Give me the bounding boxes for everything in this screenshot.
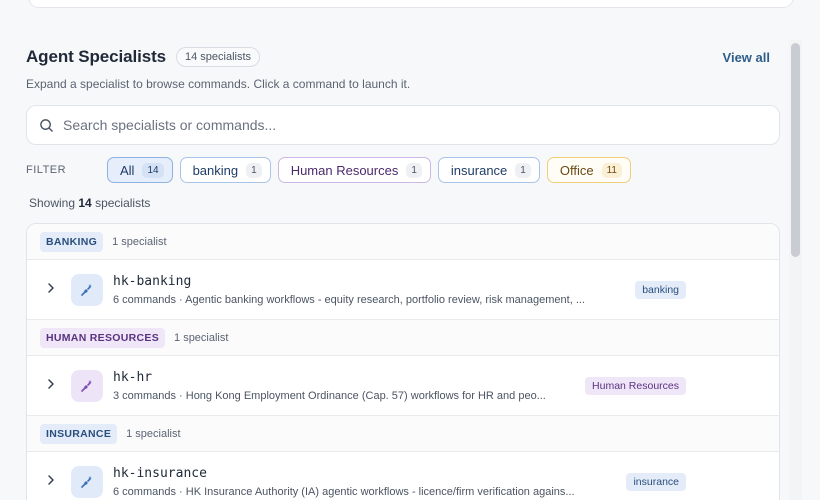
search-icon [40,118,53,132]
specialist-count-badge: 14 specialists [176,47,261,67]
section-subtitle: Expand a specialist to browse commands. … [26,77,411,91]
search-input[interactable] [63,117,743,133]
specialist-row-hk-insurance[interactable]: hk-insurance 6 commands · HK Insurance A… [27,452,779,500]
specialist-info: hk-banking 6 commands · Agentic banking … [113,274,585,306]
specialist-description: 6 commands · Agentic banking workflows -… [113,293,585,306]
specialist-name: hk-banking [113,273,192,289]
filter-chip-count: 1 [515,162,531,178]
specialist-avatar [71,273,103,306]
agent-specialists-section: Agent Specialists 14 specialists View al… [26,40,782,210]
chevron-right-icon[interactable] [27,377,71,395]
category-badge: banking [635,281,686,299]
results-prefix: Showing [29,196,76,210]
filter-chip-count: 1 [406,162,422,178]
section-header: Agent Specialists 14 specialists View al… [26,40,782,74]
filter-chip-label: All [120,162,135,178]
group-tag: BANKING [40,231,104,252]
section-title: Agent Specialists [26,47,167,66]
filter-chip-label: Human Resources [290,162,399,178]
filter-chip-banking[interactable]: banking 1 [179,157,271,183]
filter-chip-human-resources[interactable]: Human Resources 1 [277,157,431,183]
category-badge: insurance [626,473,686,491]
scrollbar-thumb[interactable] [791,43,800,257]
filter-bar: FILTER All 14 banking 1 Human Resources … [26,157,782,183]
chevron-right-icon[interactable] [27,281,71,299]
plug-icon [81,475,92,488]
filter-label: FILTER [26,164,67,176]
filter-chip-count: 14 [142,162,164,178]
group-count: 1 specialist [112,235,167,248]
results-summary: Showing 14 specialists [29,196,782,210]
group-count: 1 specialist [126,427,181,440]
filter-chip-count: 11 [601,162,622,178]
filter-chip-label: insurance [450,162,508,178]
group-count: 1 specialist [174,331,229,344]
specialist-name: hk-hr [113,369,153,385]
search-box[interactable] [26,105,780,145]
previous-card [28,0,794,8]
specialist-avatar [71,369,103,402]
filter-chip-all[interactable]: All 14 [107,157,173,183]
results-suffix: specialists [95,196,151,210]
group-header-human-resources: HUMAN RESOURCES 1 specialist [27,320,779,356]
view-all-link[interactable]: View all [723,50,770,65]
specialist-info: hk-insurance 6 commands · HK Insurance A… [113,466,575,498]
filter-chip-office[interactable]: Office 11 [546,157,631,183]
specialist-row-hk-hr[interactable]: hk-hr 3 commands · Hong Kong Employment … [27,356,779,416]
page: Agent Specialists 14 specialists View al… [0,0,820,500]
group-header-banking: BANKING 1 specialist [27,224,779,260]
group-tag: HUMAN RESOURCES [40,327,166,348]
filter-chip-label: banking [192,162,239,178]
specialist-row-hk-banking[interactable]: hk-banking 6 commands · Agentic banking … [27,260,779,320]
plug-icon [81,379,92,392]
group-header-insurance: INSURANCE 1 specialist [27,416,779,452]
group-tag: INSURANCE [40,423,118,444]
specialist-name: hk-insurance [113,465,207,481]
chevron-right-icon[interactable] [27,473,71,491]
category-badge: Human Resources [585,377,686,395]
results-count: 14 [78,196,92,210]
specialist-description: 3 commands · Hong Kong Employment Ordina… [113,389,546,402]
specialist-description: 6 commands · HK Insurance Authority (IA)… [113,485,575,498]
specialist-info: hk-hr 3 commands · Hong Kong Employment … [113,370,546,402]
filter-chip-label: Office [559,162,594,178]
filter-chip-count: 1 [246,162,262,178]
filter-chip-insurance[interactable]: insurance 1 [437,157,540,183]
specialist-list: BANKING 1 specialist hk-banking 6 comman… [26,223,780,500]
plug-icon [81,283,92,296]
specialist-avatar [71,465,103,498]
